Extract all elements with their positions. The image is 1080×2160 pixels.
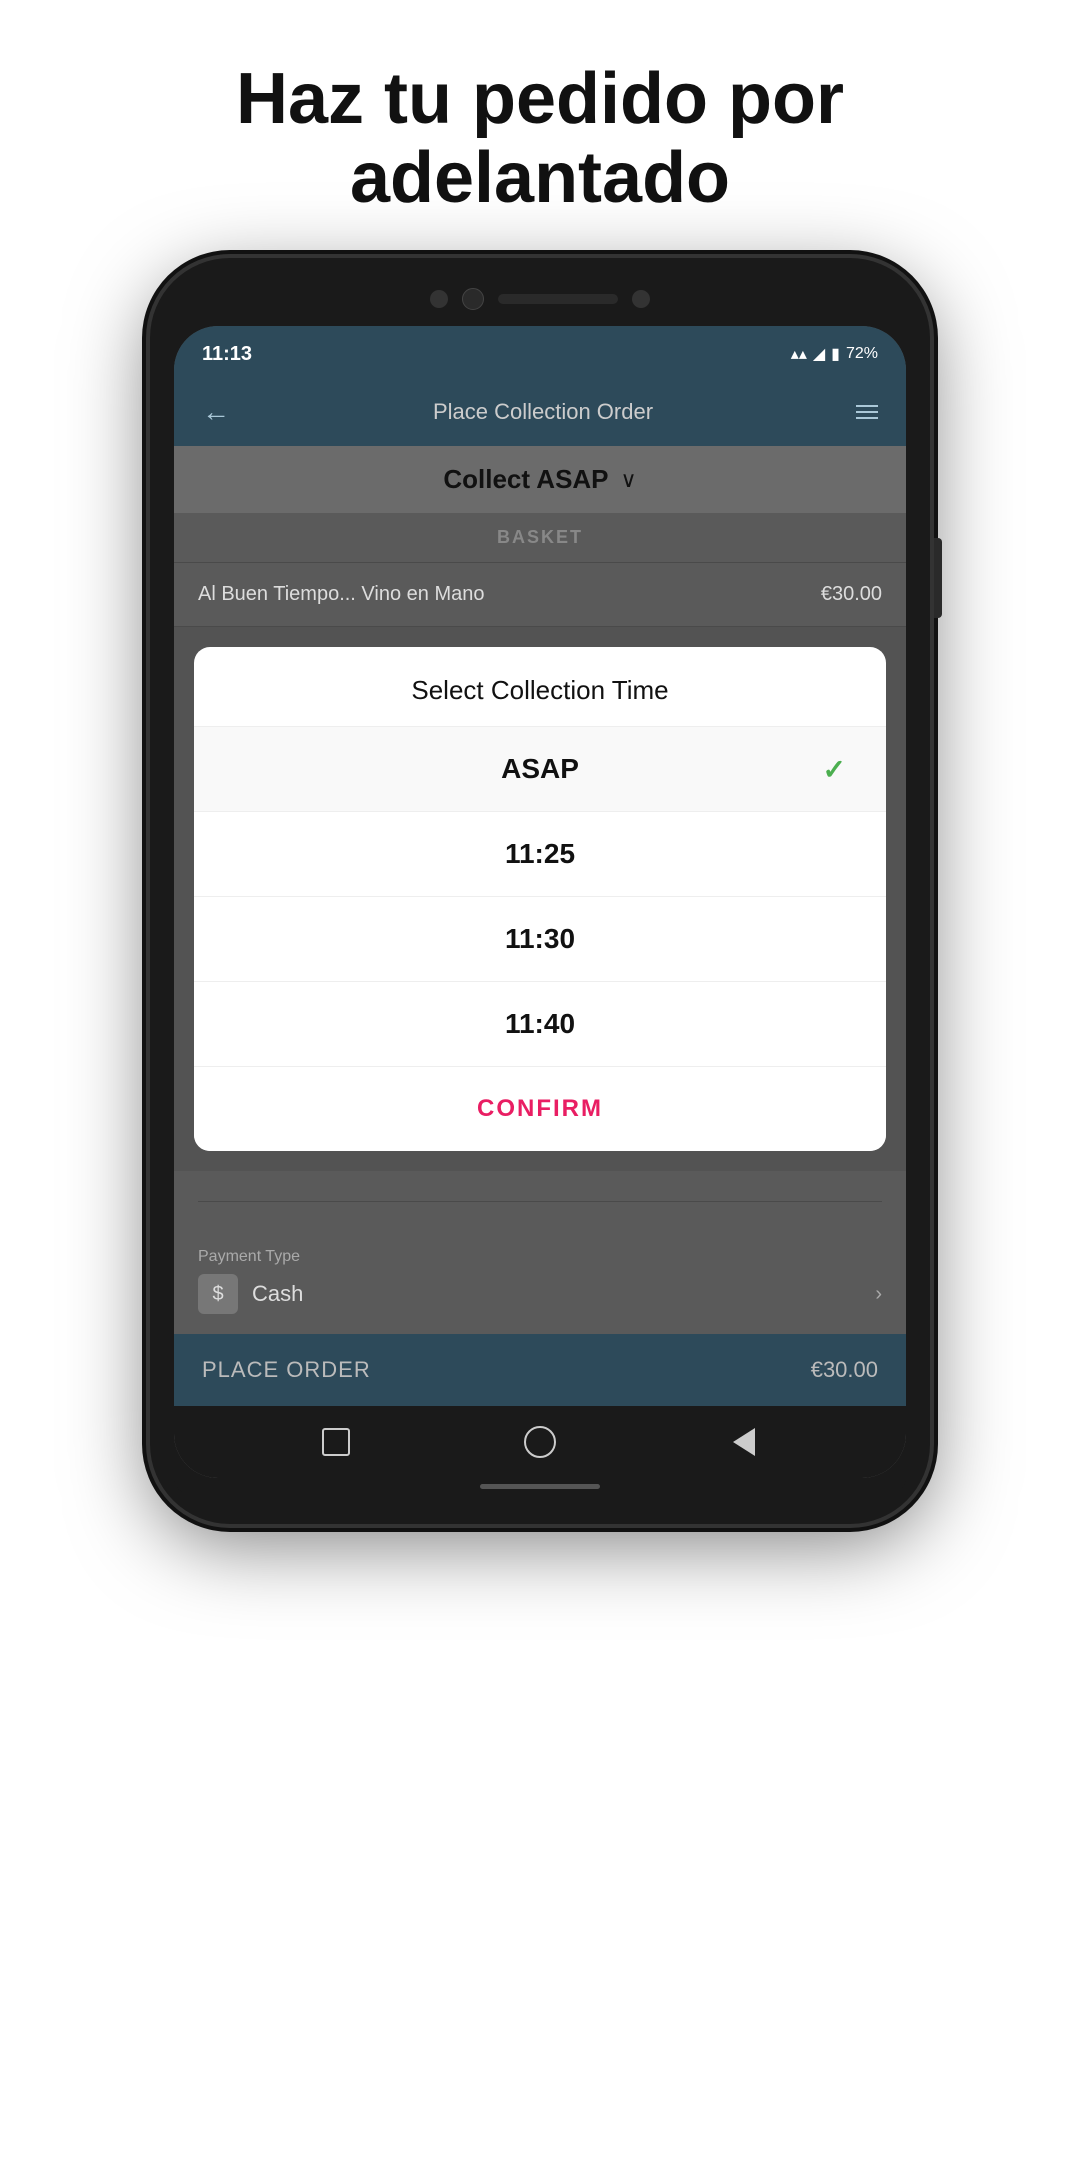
collection-time-modal: Select Collection Time ASAP ✓ 11:25 11:3… [194, 647, 886, 1151]
status-bar: 11:13 ▴▴ ◢ ▮ 72% [174, 326, 906, 378]
payment-method-label: Cash [252, 1281, 303, 1307]
phone-mockup: 11:13 ▴▴ ◢ ▮ 72% ← Place Collection Orde… [150, 258, 930, 1524]
phone-screen: 11:13 ▴▴ ◢ ▮ 72% ← Place Collection Orde… [174, 326, 906, 1478]
sensor-dot [632, 290, 650, 308]
divider [198, 1201, 882, 1202]
wifi-icon: ◢ [813, 344, 825, 364]
collect-asap-bar[interactable]: Collect ASAP ∨ [174, 446, 906, 513]
place-order-price: €30.00 [811, 1357, 878, 1383]
place-order-label: PLACE ORDER [202, 1357, 371, 1383]
volume-button [934, 538, 942, 618]
time-option-1130[interactable]: 11:30 [194, 897, 886, 982]
time-option-1130-label: 11:30 [505, 923, 575, 955]
camera-main [462, 288, 484, 310]
modal-overlay: Select Collection Time ASAP ✓ 11:25 11:3… [174, 627, 906, 1171]
page-headline: Haz tu pedido por adelantado [0, 0, 1080, 258]
home-button[interactable] [522, 1424, 558, 1460]
below-modal-area [174, 1171, 906, 1232]
back-nav-button[interactable] [726, 1424, 762, 1460]
signal-icon: ▴▴ [791, 344, 807, 364]
camera-left [430, 290, 448, 308]
checkmark-icon: ✓ [823, 753, 846, 786]
basket-item: Al Buen Tiempo... Vino en Mano €30.00 [174, 563, 906, 627]
cash-icon: $ [198, 1274, 238, 1314]
time-option-asap-label: ASAP [501, 753, 579, 785]
battery-level: 72% [846, 345, 878, 363]
place-order-bar[interactable]: PLACE ORDER €30.00 [174, 1334, 906, 1406]
speaker [498, 294, 618, 304]
collect-asap-chevron: ∨ [621, 467, 637, 493]
nav-bar: ← Place Collection Order [174, 378, 906, 446]
home-indicator [174, 1478, 906, 1494]
phone-notch [174, 288, 906, 310]
time-option-1140-label: 11:40 [505, 1008, 575, 1040]
basket-item-name: Al Buen Tiempo... Vino en Mano [198, 583, 484, 606]
indicator-line [480, 1484, 600, 1489]
payment-type-label: Payment Type [198, 1248, 882, 1266]
collect-asap-label: Collect ASAP [443, 464, 608, 495]
menu-button[interactable] [856, 405, 878, 419]
bottom-nav [174, 1406, 906, 1478]
status-time: 11:13 [202, 343, 252, 366]
confirm-button[interactable]: CONFIRM [194, 1067, 886, 1151]
recents-button[interactable] [318, 1424, 354, 1460]
status-icons: ▴▴ ◢ ▮ 72% [791, 344, 878, 364]
payment-left: $ Cash [198, 1274, 303, 1314]
time-option-1140[interactable]: 11:40 [194, 982, 886, 1067]
payment-row[interactable]: $ Cash › [198, 1274, 882, 1314]
nav-title: Place Collection Order [433, 399, 653, 425]
phone-frame: 11:13 ▴▴ ◢ ▮ 72% ← Place Collection Orde… [150, 258, 930, 1524]
battery-icon: ▮ [831, 344, 840, 364]
payment-section: Payment Type $ Cash › [174, 1232, 906, 1334]
back-button[interactable]: ← [202, 396, 230, 428]
time-option-asap[interactable]: ASAP ✓ [194, 727, 886, 812]
basket-item-price: €30.00 [821, 583, 882, 606]
basket-header: BASKET [174, 513, 906, 563]
time-option-1125-label: 11:25 [505, 838, 575, 870]
payment-chevron-icon: › [875, 1283, 882, 1306]
modal-title: Select Collection Time [194, 647, 886, 727]
time-option-1125[interactable]: 11:25 [194, 812, 886, 897]
